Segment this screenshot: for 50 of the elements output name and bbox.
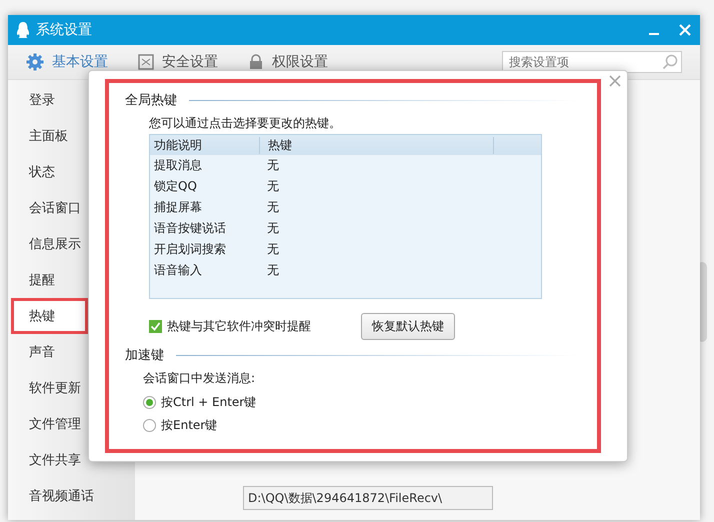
window-title: 系统设置: [36, 21, 93, 39]
table-cell-text: 无: [266, 157, 280, 174]
table-cell-text: 语音输入: [153, 262, 203, 279]
table-row[interactable]: 捕捉屏幕 无: [150, 197, 541, 218]
table-cell-text: 捕捉屏幕: [153, 199, 203, 216]
table-cell-text: 无: [266, 199, 280, 216]
path-field[interactable]: D:\QQ\数据\294641872\FileRecv\: [243, 486, 493, 510]
description-text: 您可以通过点击选择要更改的热键。: [149, 115, 342, 132]
table-cell-text: 锁定QQ: [153, 178, 198, 195]
table-cell-text: 开启划词搜索: [153, 241, 227, 258]
sidebar-item[interactable]: 文件共享: [8, 442, 135, 478]
sidebar-item[interactable]: 音视频通话: [8, 478, 135, 514]
search-icon: [662, 54, 678, 70]
sidebar-item[interactable]: 会话窗口: [8, 190, 135, 226]
column-header: 功能说明: [150, 136, 260, 154]
close-icon[interactable]: [609, 75, 621, 87]
table-cell-text: 无: [266, 220, 280, 237]
sidebar-item[interactable]: 软件更新: [8, 370, 135, 406]
prompt-text: 会话窗口中发送消息:: [143, 370, 256, 387]
checkbox[interactable]: [149, 320, 162, 333]
section-title: 全局热键: [125, 92, 177, 109]
sidebar-item[interactable]: 文件管理: [8, 406, 135, 442]
table-cell-text: 无: [266, 178, 280, 195]
radio-button[interactable]: [143, 396, 156, 409]
sidebar-item[interactable]: 主面板: [8, 118, 135, 154]
table-row[interactable]: 语音按键说话 无: [150, 218, 541, 239]
table-cell-text: 无: [266, 262, 280, 279]
radio-label[interactable]: 按Enter键: [161, 417, 218, 434]
table-cell-text: 无: [266, 241, 280, 258]
penguin-icon: [16, 21, 30, 39]
sidebar-item[interactable]: 热键: [11, 298, 88, 334]
sidebar-item[interactable]: 信息展示: [8, 226, 135, 262]
sidebar-item[interactable]: 状态: [8, 154, 135, 190]
restore-button[interactable]: 恢复默认热键: [361, 313, 455, 340]
section-title: 加速键: [125, 347, 164, 364]
settings-tab[interactable]: 权限设置: [248, 51, 328, 73]
gear-icon: [26, 53, 44, 71]
radio-button[interactable]: [143, 419, 156, 432]
table-row[interactable]: 语音输入 无: [150, 260, 541, 281]
radio-label[interactable]: 按Ctrl + Enter键: [161, 394, 256, 411]
checkbox-label[interactable]: 热键与其它软件冲突时提醒: [167, 318, 311, 335]
table-cell-text: 提取消息: [153, 157, 203, 174]
table-row[interactable]: 锁定QQ 无: [150, 176, 541, 197]
table-row[interactable]: 开启划词搜索 无: [150, 239, 541, 260]
table-cell-text: 语音按键说话: [153, 220, 227, 237]
column-header: 热键: [260, 136, 494, 154]
sidebar-item[interactable]: 提醒: [8, 262, 135, 298]
lock-icon: [248, 54, 264, 70]
settings-tab[interactable]: 安全设置: [138, 51, 218, 73]
table-row[interactable]: 提取消息 无: [150, 155, 541, 176]
